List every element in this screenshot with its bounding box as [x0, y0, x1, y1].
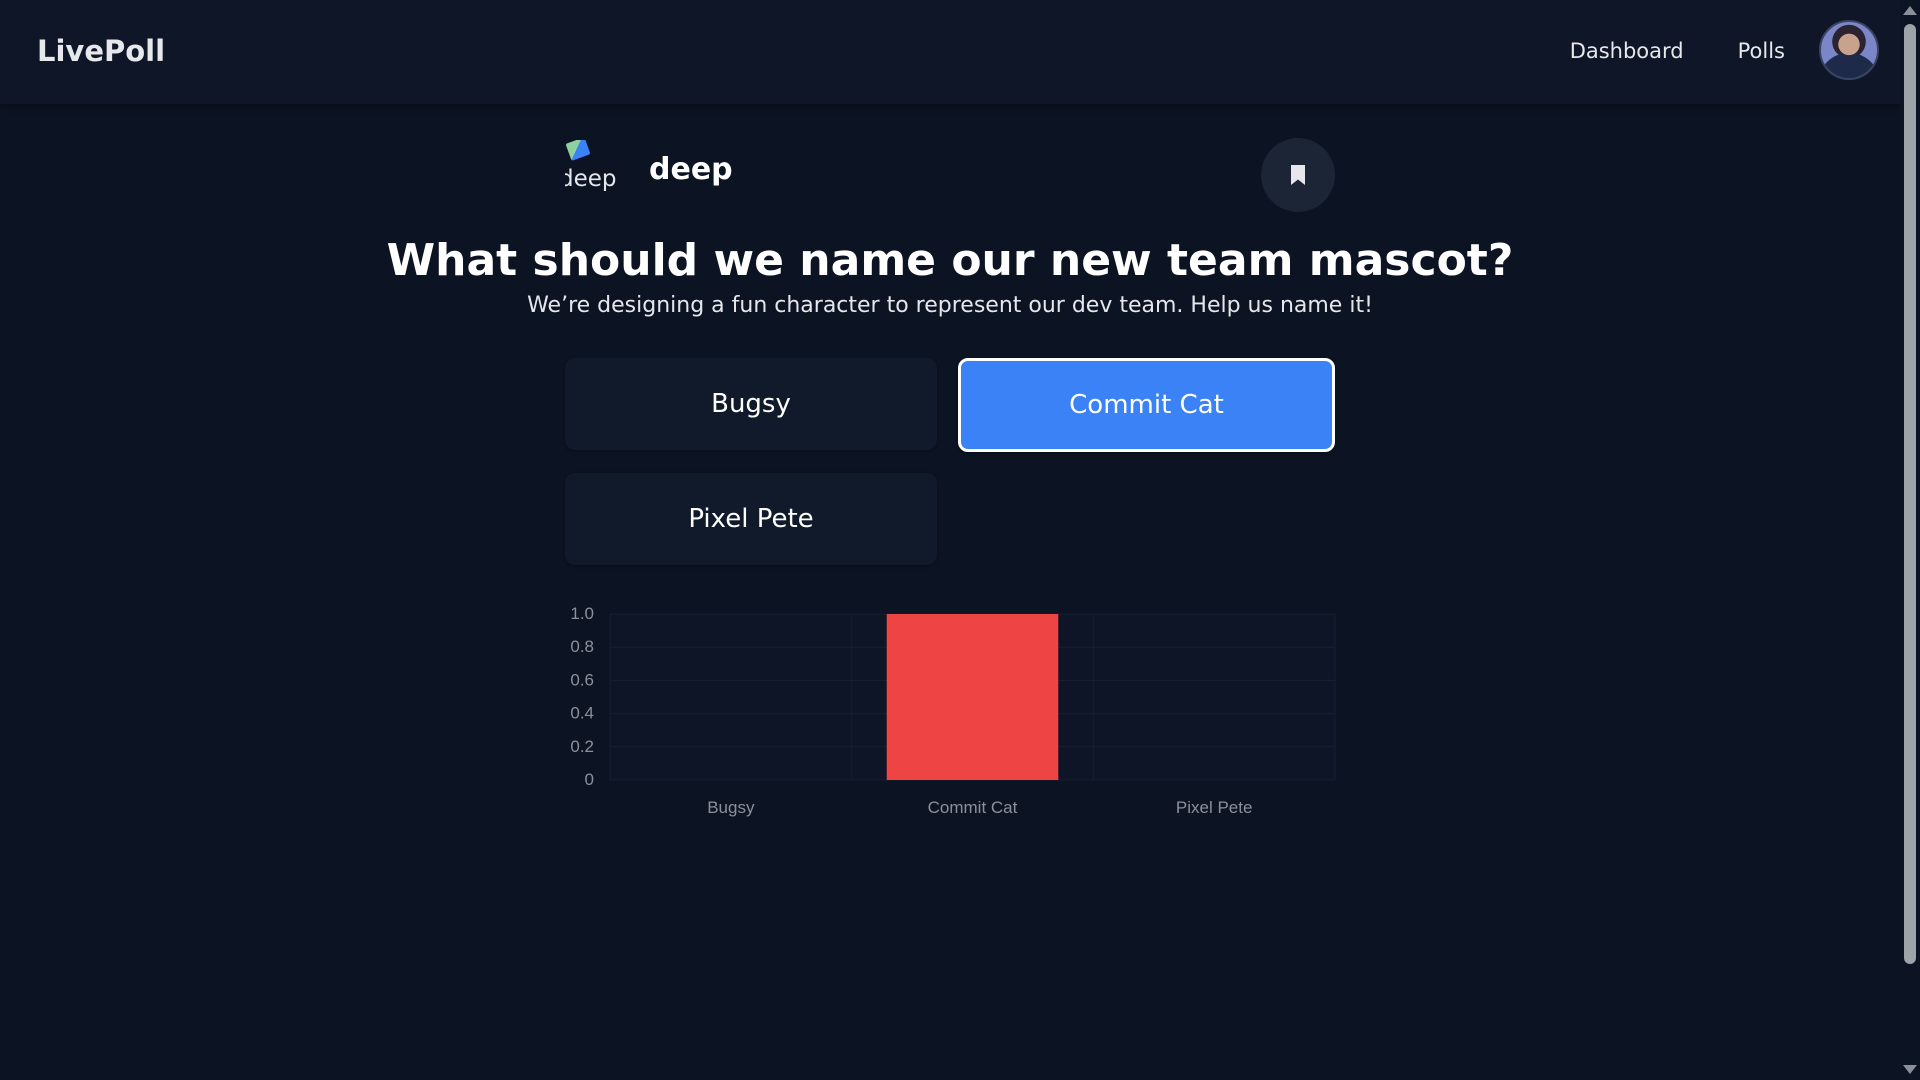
bookmark-icon — [1291, 165, 1305, 185]
y-tick-label: 0.8 — [570, 637, 594, 656]
x-tick-label: Commit Cat — [928, 798, 1018, 817]
poll-option-pixel-pete[interactable]: Pixel Pete — [565, 473, 937, 565]
poll-option-commit-cat[interactable]: Commit Cat — [958, 358, 1335, 452]
y-tick-label: 0.2 — [570, 737, 594, 756]
poll-description: We’re designing a fun character to repre… — [527, 293, 1373, 318]
x-tick-label: Bugsy — [707, 798, 755, 817]
bookmark-button[interactable] — [1261, 138, 1335, 212]
poll-option-bugsy[interactable]: Bugsy — [565, 358, 937, 450]
poll-author-row: deep deep — [565, 138, 1335, 212]
scroll-up-arrow-icon[interactable] — [1903, 6, 1917, 15]
results-chart: 0 0.2 0.4 0.6 0.8 1.0 Bugsy Commit Cat Pixel Pet… — [555, 600, 1345, 830]
results-bar-chart: 0 0.2 0.4 0.6 0.8 1.0 Bugsy Commit Cat Pixel Pet… — [570, 604, 1336, 817]
author-image-alt-text: deep — [565, 166, 617, 192]
scroll-down-arrow-icon[interactable] — [1903, 1065, 1917, 1074]
broken-image-icon — [565, 140, 591, 161]
author-avatar-broken-image: deep — [565, 140, 621, 196]
y-tick-label: 0 — [585, 770, 594, 789]
author-name: deep — [649, 152, 733, 187]
poll-title: What should we name our new team mascot? — [386, 235, 1514, 286]
nav-links: Dashboard Polls — [1570, 39, 1785, 63]
y-tick-label: 0.6 — [570, 670, 594, 689]
nav-link-polls[interactable]: Polls — [1738, 39, 1785, 63]
user-avatar[interactable] — [1819, 20, 1879, 80]
chart-bar — [886, 614, 1059, 780]
y-tick-label: 0.4 — [570, 704, 594, 723]
brand-logo[interactable]: LivePoll — [37, 34, 165, 68]
nav-link-dashboard[interactable]: Dashboard — [1570, 39, 1684, 63]
top-navbar: LivePoll Dashboard Polls — [0, 0, 1900, 104]
y-tick-label: 1.0 — [570, 604, 594, 623]
scroll-thumb[interactable] — [1904, 24, 1916, 964]
x-tick-label: Pixel Pete — [1176, 798, 1253, 817]
page-scrollbar[interactable] — [1900, 0, 1920, 1080]
